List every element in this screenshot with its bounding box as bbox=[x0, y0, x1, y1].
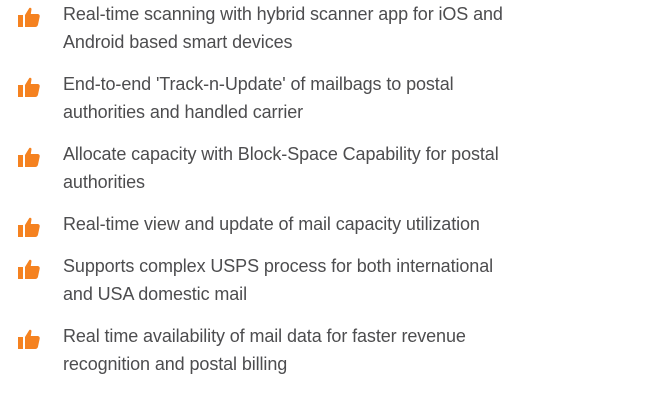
feature-text: Allocate capacity with Block-Space Capab… bbox=[63, 144, 499, 192]
feature-text: Real-time scanning with hybrid scanner a… bbox=[63, 4, 503, 52]
thumbs-up-icon bbox=[18, 259, 40, 279]
feature-item-revenue-recognition: Real time availability of mail data for … bbox=[0, 322, 646, 378]
feature-item-usps-process: Supports complex USPS process for both i… bbox=[0, 252, 646, 308]
feature-item-scanning: Real-time scanning with hybrid scanner a… bbox=[0, 0, 646, 56]
feature-text: End-to-end 'Track-n-Update' of mailbags … bbox=[63, 74, 454, 122]
thumbs-up-icon bbox=[18, 217, 40, 237]
feature-item-track-n-update: End-to-end 'Track-n-Update' of mailbags … bbox=[0, 70, 646, 126]
feature-text: Supports complex USPS process for both i… bbox=[63, 256, 494, 304]
feature-item-block-space: Allocate capacity with Block-Space Capab… bbox=[0, 140, 646, 196]
thumbs-up-icon bbox=[18, 329, 40, 349]
feature-text: Real time availability of mail data for … bbox=[63, 326, 466, 374]
feature-text: Real-time view and update of mail capaci… bbox=[63, 214, 480, 234]
thumbs-up-icon bbox=[18, 147, 40, 167]
thumbs-up-icon bbox=[18, 77, 40, 97]
thumbs-up-icon bbox=[18, 7, 40, 27]
